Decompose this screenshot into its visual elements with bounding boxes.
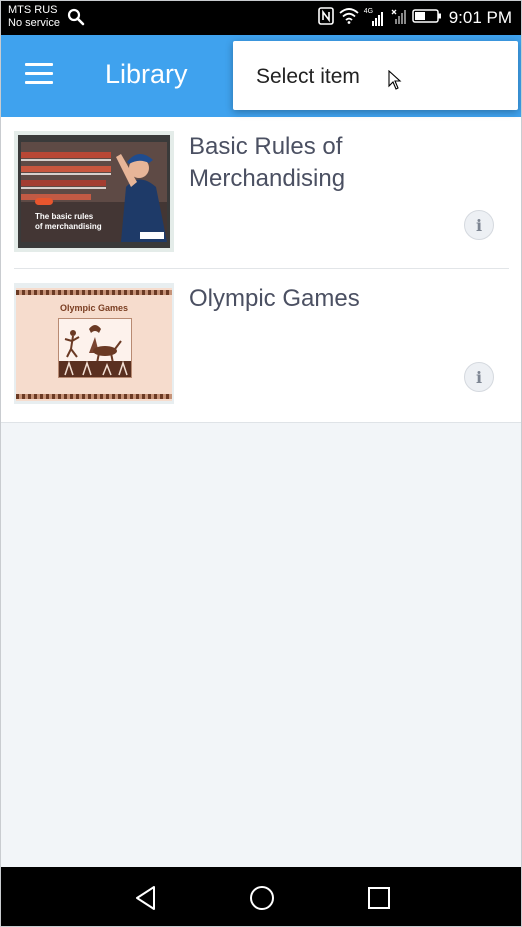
signal-no-service-icon xyxy=(391,7,407,30)
overflow-menu: Select item xyxy=(233,41,518,110)
thumbnail-title: Olympic Games xyxy=(59,303,129,313)
recents-icon[interactable] xyxy=(367,885,391,916)
carrier-name: MTS RUS xyxy=(8,4,58,16)
menu-icon[interactable] xyxy=(25,63,55,87)
clock: 9:01 PM xyxy=(448,8,512,27)
page-title: Library xyxy=(105,59,188,89)
battery-icon xyxy=(411,8,442,29)
menu-item-select-item[interactable]: Select item xyxy=(233,41,518,110)
library-list: The basic rules of merchandising Basic R… xyxy=(1,117,521,423)
status-icons: 4G 9:01 PM xyxy=(317,6,512,30)
thumbnail-caption-line1: The basic rules xyxy=(35,212,94,221)
search-icon xyxy=(67,8,85,31)
system-nav-bar xyxy=(1,867,521,926)
nfc-icon xyxy=(317,6,334,30)
list-item[interactable]: The basic rules of merchandising Basic R… xyxy=(1,117,521,269)
back-icon[interactable] xyxy=(134,885,158,916)
signal-4g-icon: 4G xyxy=(364,8,386,27)
menu-item-label: Select item xyxy=(256,65,360,88)
service-status: No service xyxy=(8,17,60,29)
mouse-cursor-icon xyxy=(388,69,402,95)
thumbnail-illustration xyxy=(58,318,132,378)
app-frame: MTS RUS No service 4G 9:01 PM Library Se… xyxy=(0,0,522,927)
thumbnail-logo xyxy=(140,232,164,239)
course-thumbnail: The basic rules of merchandising xyxy=(14,131,174,252)
info-icon[interactable]: i xyxy=(464,362,494,392)
status-bar: MTS RUS No service 4G 9:01 PM xyxy=(1,1,521,35)
thumbnail-tag xyxy=(35,198,53,205)
list-item[interactable]: Olympic Games Olympic Games i xyxy=(1,269,521,421)
course-title: Basic Rules of Merchandising xyxy=(189,133,346,192)
info-icon[interactable]: i xyxy=(464,210,494,240)
course-thumbnail: Olympic Games xyxy=(14,283,174,404)
wifi-icon xyxy=(339,7,359,29)
home-icon[interactable] xyxy=(249,885,275,916)
thumbnail-caption-line2: of merchandising xyxy=(35,222,102,231)
carrier-info: MTS RUS No service xyxy=(8,4,60,30)
thumbnail-caption: The basic rules of merchandising xyxy=(35,212,102,232)
course-title: Olympic Games xyxy=(189,285,360,312)
